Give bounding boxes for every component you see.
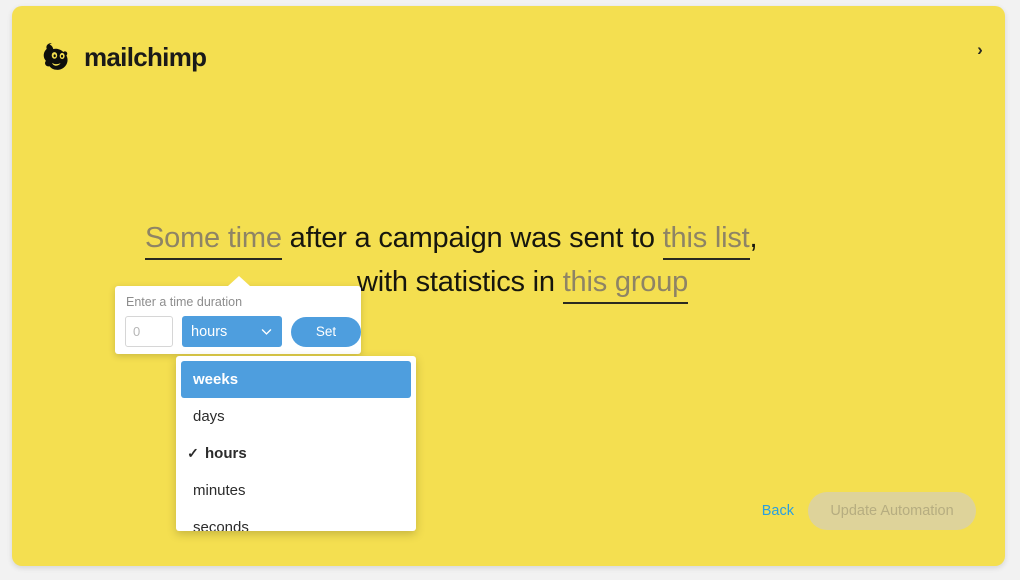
dropdown-option-label: weeks (193, 371, 239, 388)
sentence-comma: , (749, 222, 758, 254)
sentence-text-line2-prefix: with statistics in (357, 265, 563, 298)
slot-list[interactable]: this list (662, 222, 750, 260)
duration-amount-input[interactable] (125, 316, 173, 347)
footer-actions: Back Update Automation (762, 492, 976, 530)
dropdown-option-weeks[interactable]: weeks (181, 361, 411, 398)
sentence-text-after-time: after a campaign was sent to (281, 222, 663, 254)
popover-arrow (228, 276, 250, 286)
dropdown-option-seconds[interactable]: seconds (181, 509, 411, 531)
time-duration-popover: Enter a time duration hours Set (115, 276, 361, 354)
dropdown-option-hours[interactable]: ✓ hours (181, 435, 411, 472)
duration-unit-dropdown[interactable]: weeks days ✓ hours minutes seconds (176, 356, 416, 531)
dropdown-option-minutes[interactable]: minutes (181, 472, 411, 509)
sentence-line-2: with statistics in this group (357, 262, 945, 304)
back-link[interactable]: Back (762, 503, 794, 519)
dropdown-option-label: seconds (193, 519, 249, 531)
dropdown-option-label: hours (205, 445, 247, 462)
duration-controls-row: hours Set (125, 316, 361, 347)
set-button[interactable]: Set (291, 316, 361, 347)
check-icon: ✓ (187, 445, 199, 461)
duration-unit-value: hours (191, 323, 228, 340)
chevron-down-icon (260, 325, 273, 338)
brand-logo: mailchimp (39, 36, 207, 76)
automation-editor-card: mailchimp › Some time after a campaign w… (12, 6, 1005, 566)
dropdown-option-label: days (193, 408, 225, 425)
slot-time-delay[interactable]: Some time (145, 222, 282, 260)
slot-group[interactable]: this group (562, 266, 688, 304)
chevron-right-icon[interactable]: › (967, 36, 993, 62)
duration-unit-select[interactable]: hours (182, 316, 282, 347)
dropdown-option-label: minutes (193, 482, 246, 499)
popover-label: Enter a time duration (126, 295, 243, 309)
brand-name: mailchimp (84, 42, 207, 72)
mailchimp-freddie-icon (43, 43, 68, 70)
dropdown-option-days[interactable]: days (181, 398, 411, 435)
update-automation-button[interactable]: Update Automation (808, 492, 976, 530)
